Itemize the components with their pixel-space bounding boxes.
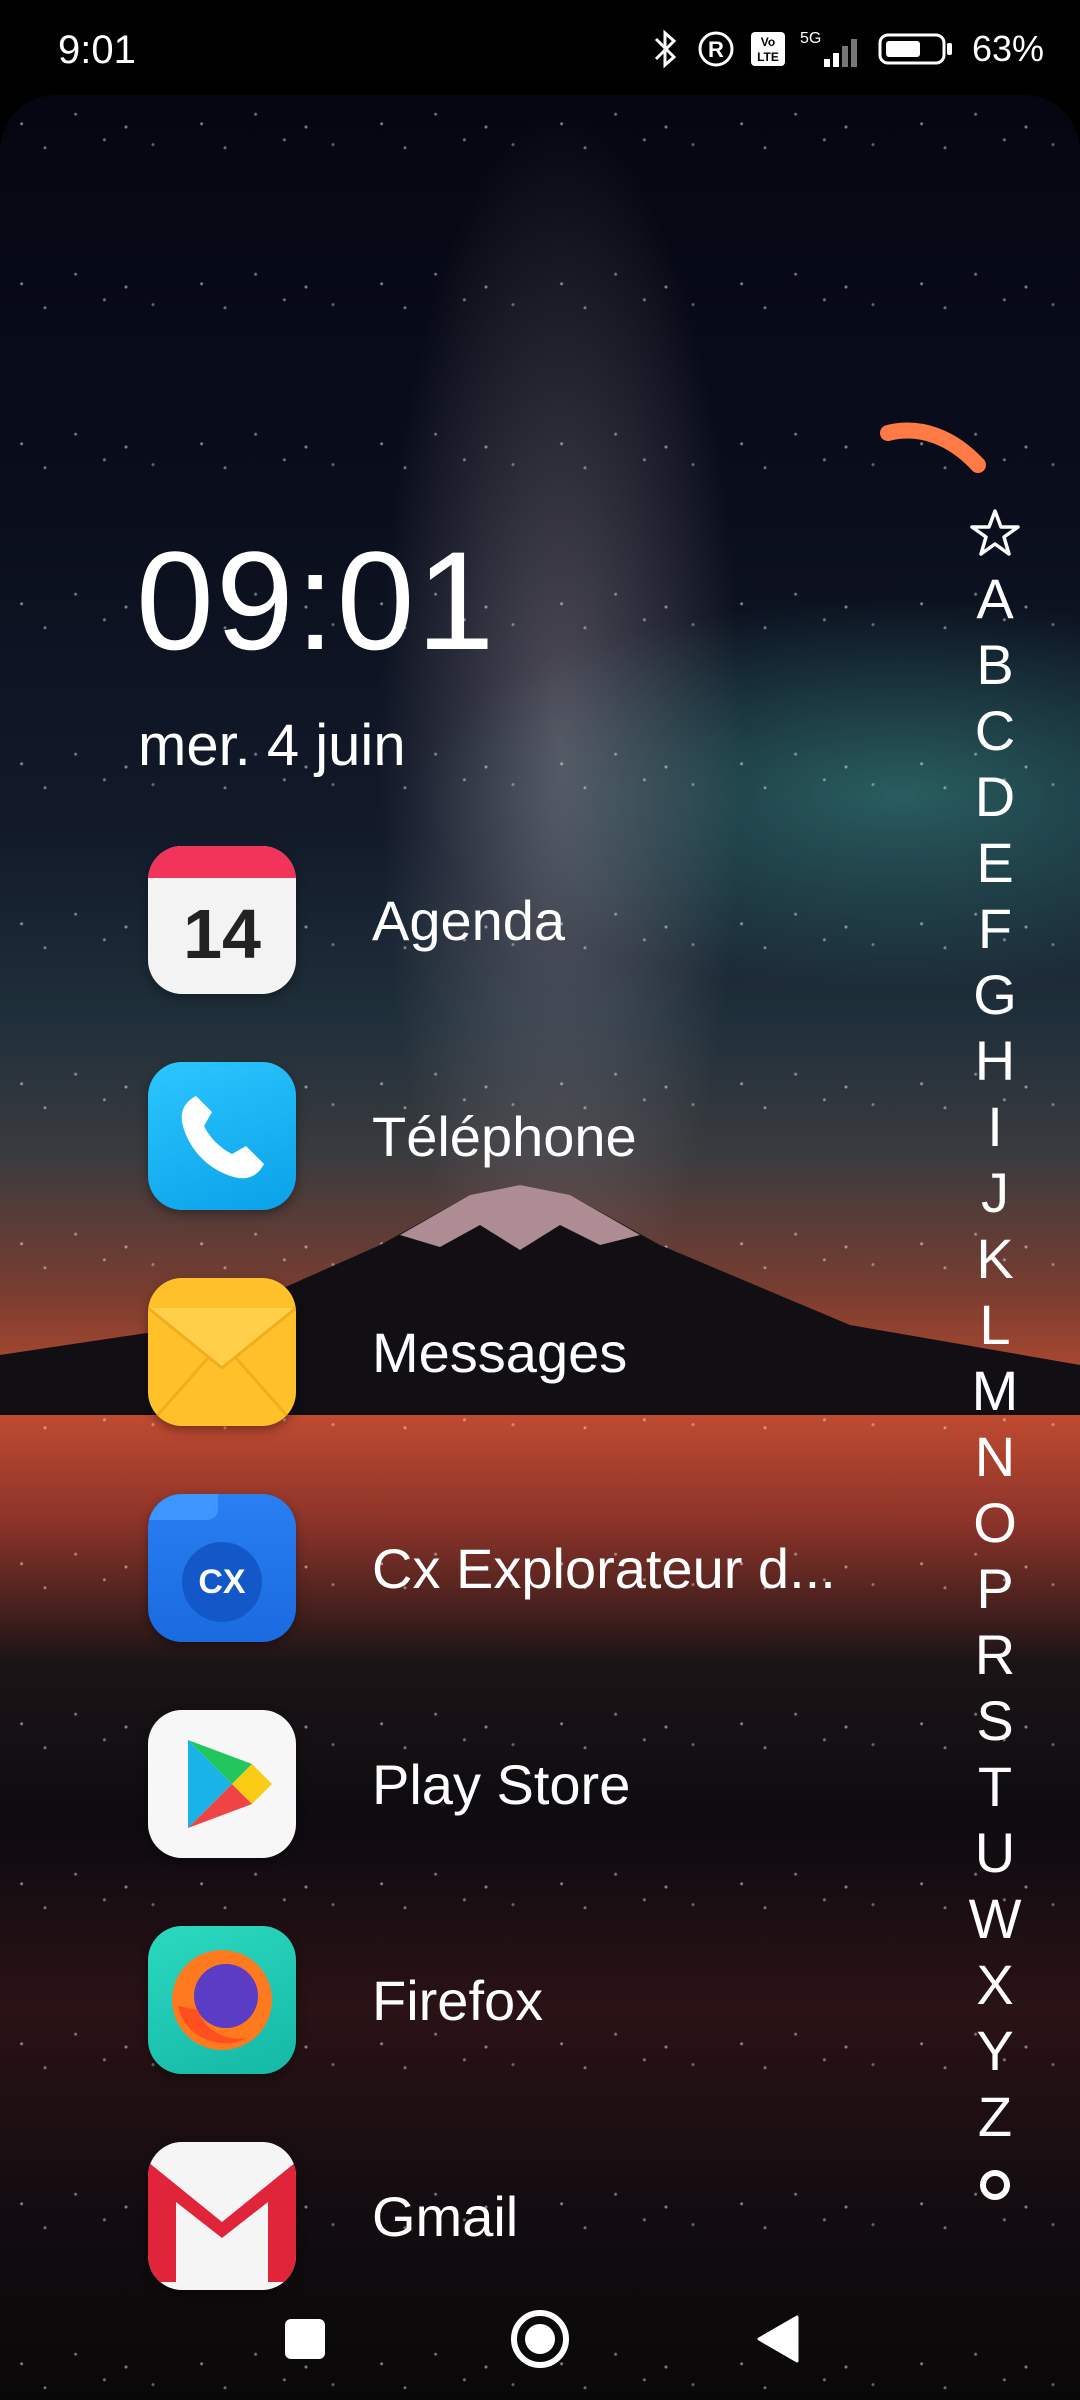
index-letter[interactable]: D	[965, 764, 1025, 830]
index-letter[interactable]: G	[965, 962, 1025, 1028]
swipe-indicator-arc	[880, 422, 986, 473]
index-letter[interactable]: F	[965, 896, 1025, 962]
back-triangle-icon	[757, 2315, 799, 2363]
app-row-gmail[interactable]: Gmail	[148, 2141, 928, 2291]
status-bar: 9:01 R Vo LTE 5G 63%	[0, 0, 1080, 95]
firefox-icon	[148, 1926, 296, 2074]
calendar-day: 14	[183, 895, 261, 973]
recents-button[interactable]	[270, 2304, 340, 2374]
navigation-bar	[0, 2280, 1080, 2400]
index-letter[interactable]: L	[965, 1292, 1025, 1358]
square-icon	[285, 2319, 325, 2359]
app-label-gmail: Gmail	[372, 2184, 519, 2248]
index-letter[interactable]: U	[965, 1820, 1025, 1886]
battery-percent: 63%	[971, 28, 1044, 69]
index-letter[interactable]: O	[965, 1490, 1025, 1556]
index-letter[interactable]: H	[965, 1028, 1025, 1094]
messages-icon	[148, 1278, 296, 1426]
home-circle-icon	[511, 2310, 569, 2368]
index-letter[interactable]: P	[965, 1556, 1025, 1622]
app-label-play-store: Play Store	[372, 1752, 631, 1816]
bluetooth-icon	[648, 29, 682, 69]
status-icons: R Vo LTE 5G 63%	[648, 24, 1044, 74]
svg-text:LTE: LTE	[757, 50, 779, 64]
svg-text:Vo: Vo	[761, 35, 775, 49]
battery-icon	[878, 29, 954, 69]
index-letter[interactable]: T	[965, 1754, 1025, 1820]
phone-icon	[148, 1062, 296, 1210]
status-time: 9:01	[58, 28, 136, 72]
app-label-telephone: Téléphone	[372, 1104, 637, 1168]
network-label: 5G	[800, 30, 821, 47]
signal-icon: 5G	[800, 29, 864, 69]
home-button[interactable]	[505, 2304, 575, 2374]
app-row-agenda[interactable]: 14 Agenda	[148, 845, 928, 995]
app-row-messages[interactable]: Messages	[148, 1277, 928, 1427]
index-letter[interactable]: Y	[965, 2018, 1025, 2084]
folder-icon: CX	[148, 1494, 296, 1642]
app-label-cx-explorer: Cx Explorateur d...	[372, 1536, 836, 1600]
app-row-telephone[interactable]: Téléphone	[148, 1061, 928, 1211]
volte-icon: Vo LTE	[750, 31, 786, 67]
settings-dot-icon[interactable]	[965, 2150, 1025, 2216]
calendar-icon: 14	[148, 846, 296, 994]
svg-text:R: R	[708, 37, 724, 62]
index-letter[interactable]: M	[965, 1358, 1025, 1424]
files-badge: CX	[182, 1542, 262, 1622]
app-label-agenda: Agenda	[372, 888, 566, 952]
registered-icon: R	[696, 29, 736, 69]
home-clock[interactable]: 09:01	[136, 520, 496, 682]
index-letter[interactable]: Z	[965, 2084, 1025, 2150]
index-letter[interactable]: J	[965, 1160, 1025, 1226]
app-row-play-store[interactable]: Play Store	[148, 1709, 928, 1859]
index-letter[interactable]: S	[965, 1688, 1025, 1754]
gmail-icon	[148, 2142, 296, 2290]
alphabet-index[interactable]: A B C D E F G H I J K L M N O P R S T U …	[965, 500, 1025, 2216]
index-letter[interactable]: E	[965, 830, 1025, 896]
index-letter[interactable]: I	[965, 1094, 1025, 1160]
back-button[interactable]	[742, 2304, 812, 2374]
app-row-cx-explorer[interactable]: CX Cx Explorateur d...	[148, 1493, 928, 1643]
index-letter[interactable]: B	[965, 632, 1025, 698]
index-letter[interactable]: K	[965, 1226, 1025, 1292]
index-letter[interactable]: R	[965, 1622, 1025, 1688]
index-letter[interactable]: A	[965, 566, 1025, 632]
index-letter[interactable]: X	[965, 1952, 1025, 2018]
index-letter[interactable]: W	[965, 1886, 1025, 1952]
home-date[interactable]: mer. 4 juin	[138, 712, 406, 779]
app-label-messages: Messages	[372, 1320, 628, 1384]
app-row-firefox[interactable]: Firefox	[148, 1925, 928, 2075]
index-letter[interactable]: C	[965, 698, 1025, 764]
favorites-star-icon[interactable]	[965, 500, 1025, 566]
app-label-firefox: Firefox	[372, 1968, 544, 2032]
index-letter[interactable]: N	[965, 1424, 1025, 1490]
play-store-icon	[148, 1710, 296, 1858]
